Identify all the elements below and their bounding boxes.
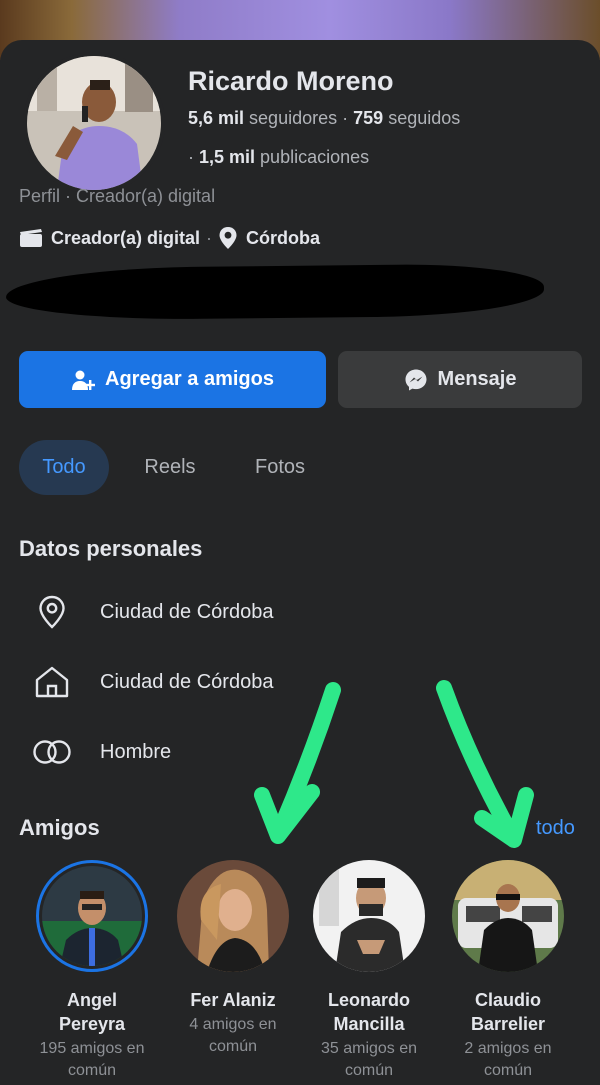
- clapperboard-icon: [20, 229, 42, 247]
- posts-label: publicaciones: [260, 147, 370, 167]
- tab-fotos[interactable]: Fotos: [236, 440, 324, 495]
- follow-stats[interactable]: 5,6 mil seguidores · 759 seguidos: [188, 108, 460, 129]
- home-icon: [35, 666, 69, 698]
- personal-item-city: Ciudad de Córdoba: [30, 590, 273, 634]
- personal-item-gender: Hombre: [30, 730, 171, 774]
- profile-avatar[interactable]: [23, 52, 165, 194]
- friend-name: Angel Pereyra: [58, 990, 126, 1034]
- friend-name: Claudio Barrelier: [470, 990, 546, 1034]
- friend-card[interactable]: Fer Alaniz 4 amigos en común: [163, 860, 303, 1058]
- tab-reels[interactable]: Reels: [128, 440, 212, 495]
- friend-avatar: [452, 860, 564, 972]
- followers-count: 5,6 mil: [188, 108, 245, 128]
- friend-card[interactable]: Angel Pereyra 195 amigos en común: [22, 860, 162, 1082]
- profile-info-line: Creador(a) digital · Córdoba: [19, 226, 320, 250]
- message-button[interactable]: Mensaje: [338, 351, 582, 408]
- following-label: seguidos: [388, 108, 461, 128]
- location-pin-icon: [39, 595, 65, 629]
- friend-mutual-count: 195 amigos en común: [39, 1040, 145, 1079]
- gender-icon: [33, 740, 71, 764]
- friend-avatar: [36, 860, 148, 972]
- creator-label: Creador(a) digital: [51, 227, 201, 248]
- following-count: 759: [353, 108, 384, 128]
- friend-card[interactable]: Leonardo Mancilla 35 amigos en común: [299, 860, 439, 1082]
- personal-item-text: Ciudad de Córdoba: [100, 670, 274, 693]
- friend-avatar: [177, 860, 289, 972]
- personal-info-title: Datos personales: [19, 536, 203, 561]
- friend-card[interactable]: Claudio Barrelier 2 amigos en común: [438, 860, 578, 1082]
- profile-category: Perfil · Creador(a) digital: [19, 186, 216, 206]
- location-pin-icon: [219, 227, 237, 249]
- add-friend-label: Agregar a amigos: [105, 368, 274, 390]
- add-person-icon: [72, 370, 96, 390]
- personal-item-text: Ciudad de Córdoba: [100, 600, 274, 623]
- message-label: Mensaje: [437, 368, 517, 390]
- messenger-icon: [405, 369, 427, 390]
- posts-stats[interactable]: · 1,5 mil publicaciones: [188, 147, 369, 168]
- tab-todo[interactable]: Todo: [19, 440, 109, 495]
- friend-mutual-count: 4 amigos en común: [189, 1016, 277, 1055]
- friend-mutual-count: 2 amigos en común: [464, 1040, 552, 1079]
- friends-title: Amigos: [19, 815, 100, 840]
- posts-count: 1,5 mil: [199, 147, 256, 167]
- profile-name: Ricardo Moreno: [188, 66, 394, 96]
- friend-mutual-count: 35 amigos en común: [320, 1040, 418, 1079]
- personal-item-text: Hombre: [100, 740, 172, 763]
- avatar-photo: [27, 56, 161, 190]
- friend-avatar: [313, 860, 425, 972]
- followers-label: seguidores: [249, 108, 338, 128]
- friend-name: Fer Alaniz: [190, 990, 276, 1010]
- see-all-friends-link[interactable]: todo: [536, 817, 575, 840]
- personal-item-hometown: Ciudad de Córdoba: [30, 660, 273, 704]
- location-label: Córdoba: [246, 227, 321, 248]
- friend-name: Leonardo Mancilla: [327, 990, 410, 1034]
- add-friend-button[interactable]: Agregar a amigos: [19, 351, 326, 408]
